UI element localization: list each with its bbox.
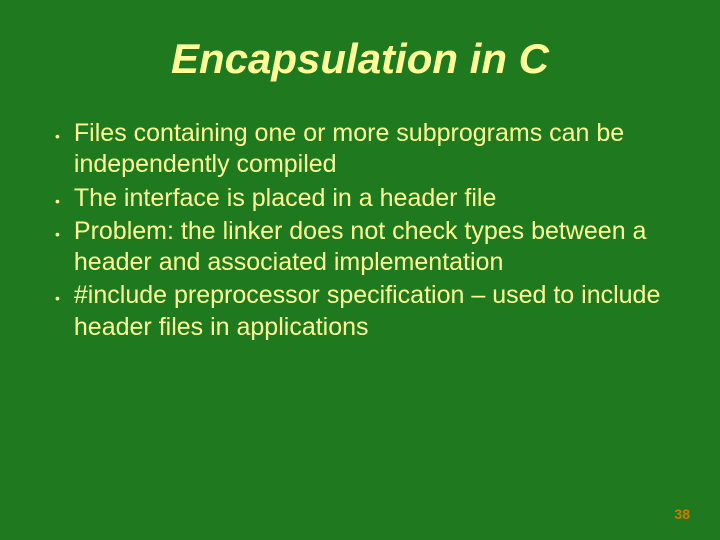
list-item: • Files containing one or more subprogra… — [55, 118, 680, 181]
bullet-icon: • — [55, 193, 60, 211]
slide-container: Encapsulation in C • Files containing on… — [0, 0, 720, 540]
list-item: • Problem: the linker does not check typ… — [55, 216, 680, 279]
bullet-text: The interface is placed in a header file — [74, 183, 680, 214]
slide-title: Encapsulation in C — [40, 35, 680, 83]
bullet-icon: • — [55, 226, 60, 244]
bullet-text: Files containing one or more subprograms… — [74, 118, 680, 181]
bullet-icon: • — [55, 128, 60, 146]
list-item: • #include preprocessor specification – … — [55, 280, 680, 343]
bullet-text: Problem: the linker does not check types… — [74, 216, 680, 279]
bullet-list: • Files containing one or more subprogra… — [40, 118, 680, 343]
bullet-icon: • — [55, 290, 60, 308]
bullet-text: #include preprocessor specification – us… — [74, 280, 680, 343]
list-item: • The interface is placed in a header fi… — [55, 183, 680, 214]
page-number: 38 — [674, 506, 690, 522]
